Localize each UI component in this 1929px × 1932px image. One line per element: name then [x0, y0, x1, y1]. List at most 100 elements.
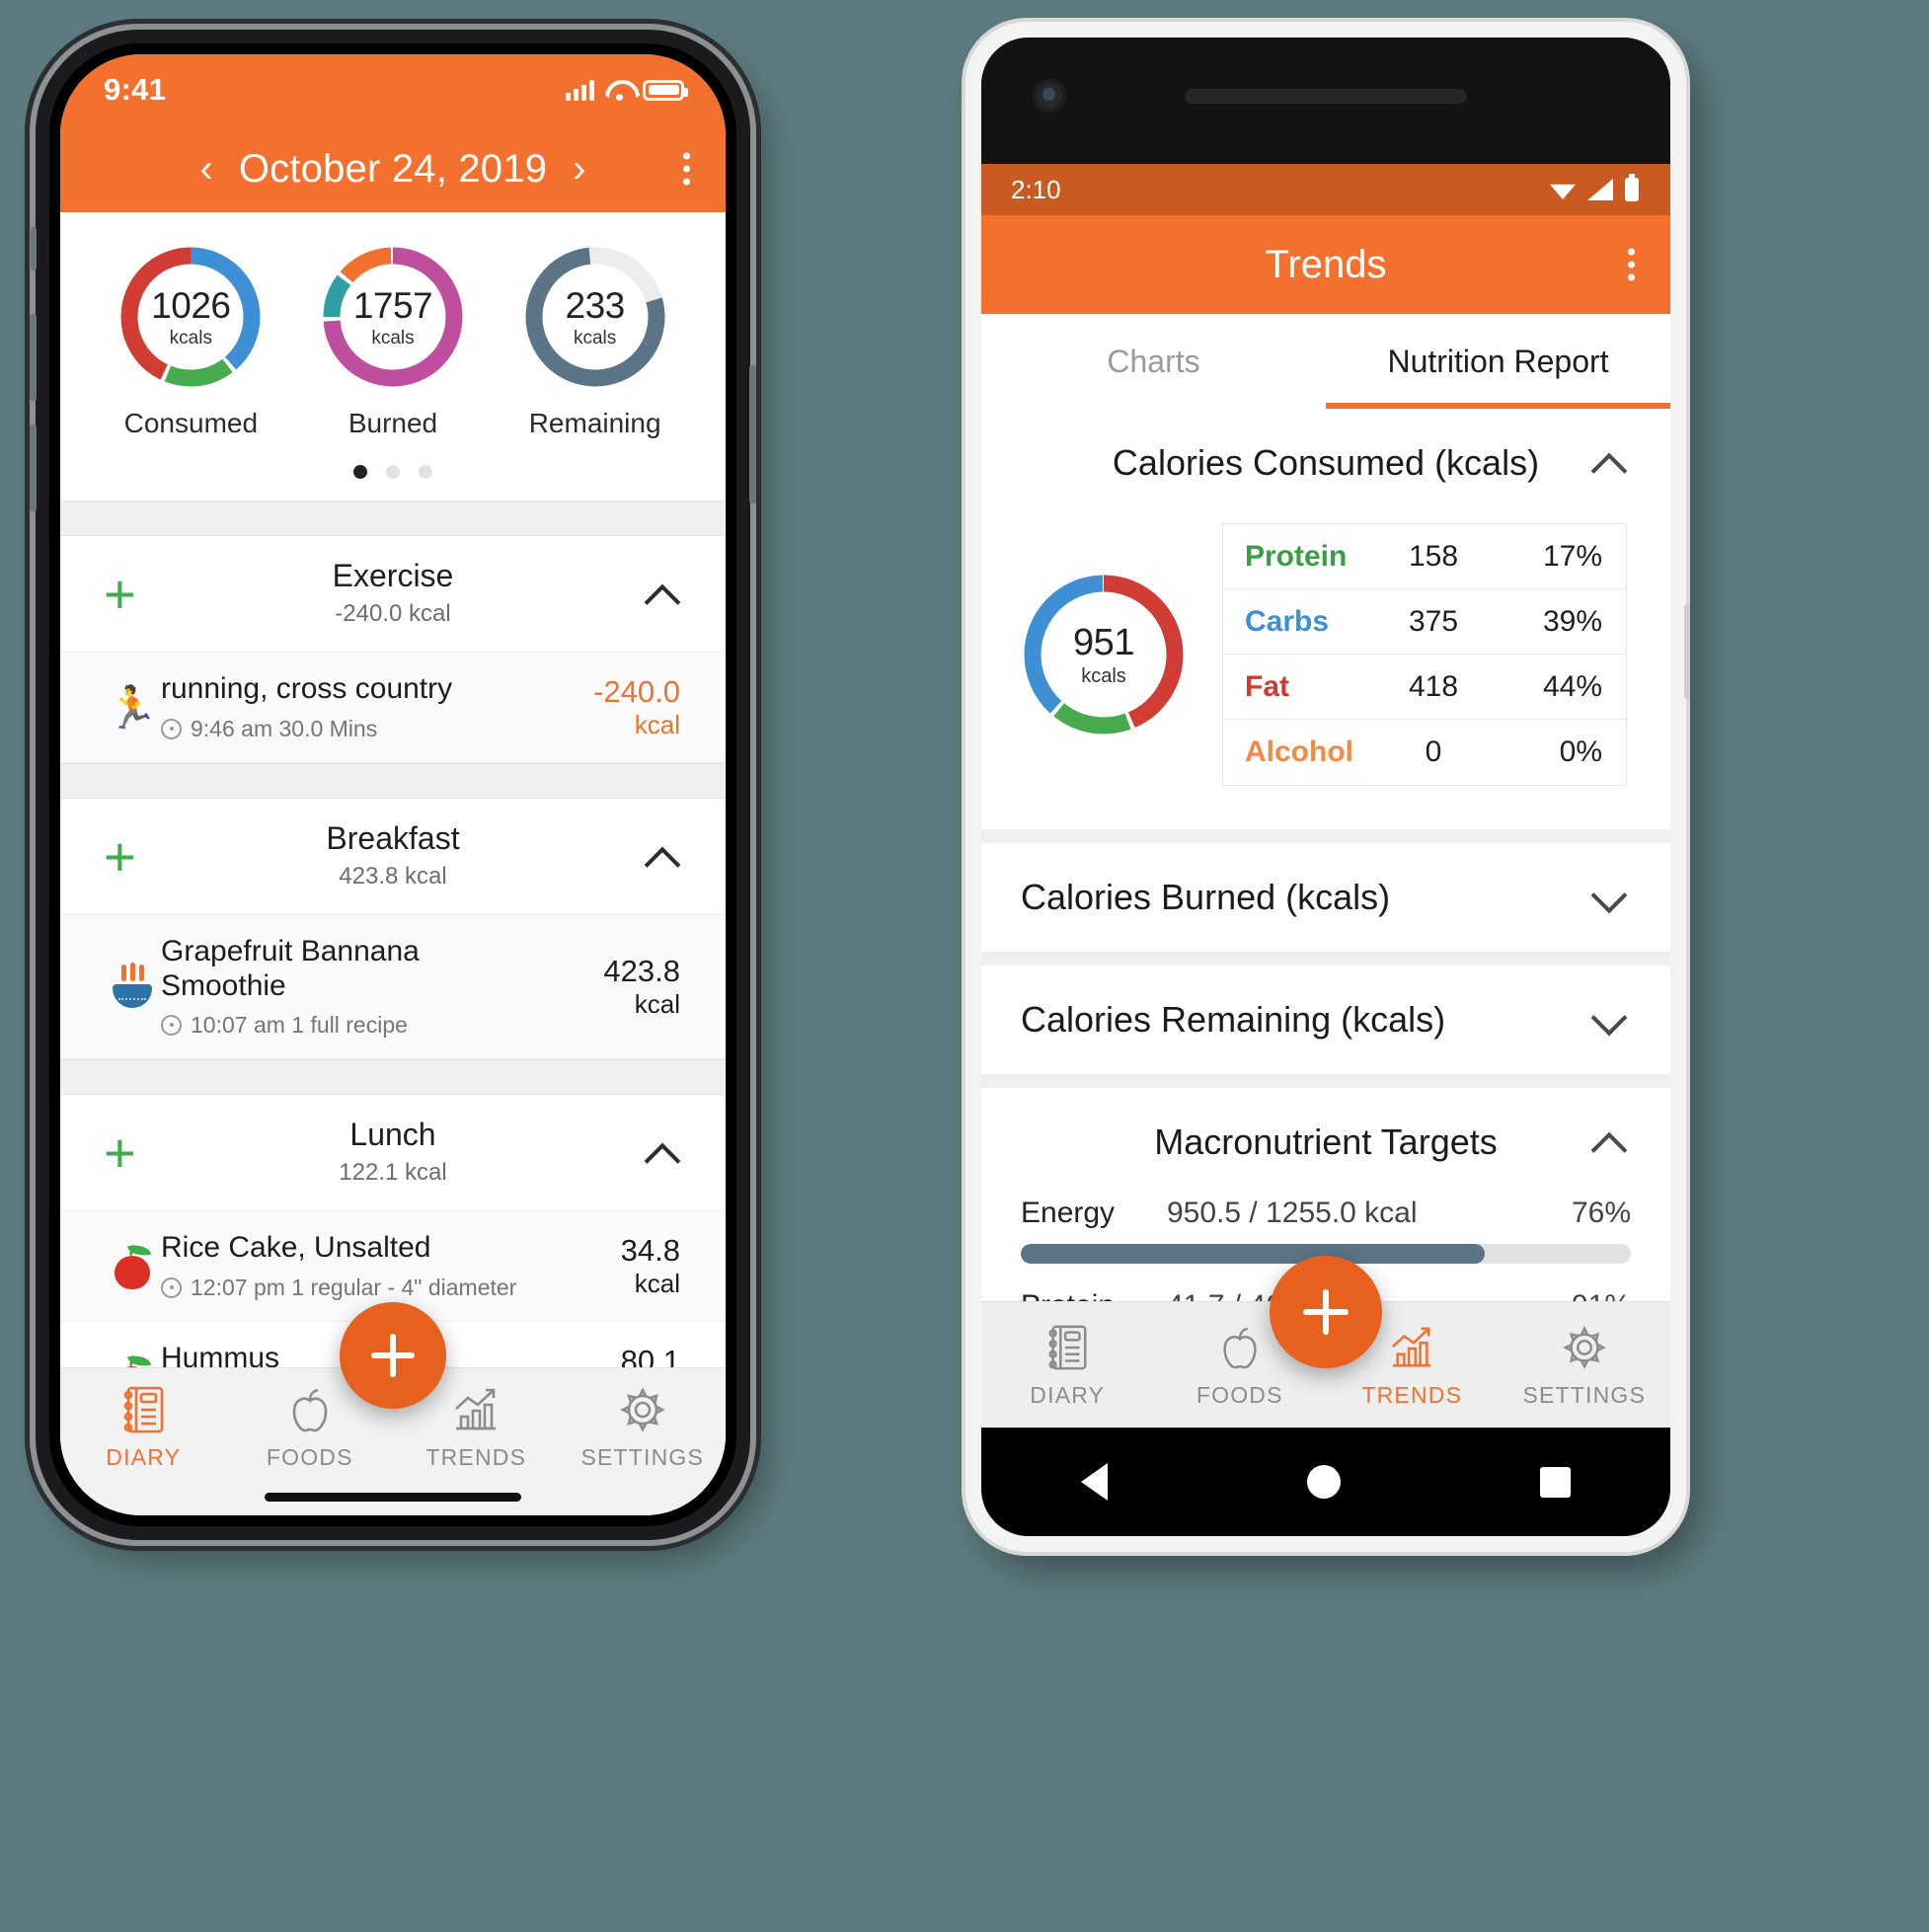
power-button[interactable]: [1684, 604, 1690, 699]
battery-icon: [1625, 174, 1639, 201]
apple-outline-icon: [1217, 1322, 1263, 1373]
iphone-screen: 9:41 ‹ October 24, 2019 › 1026 kcals Con…: [60, 54, 726, 1515]
ring-burned[interactable]: 1757 kcals Burned: [294, 242, 492, 439]
circle-home-icon[interactable]: [1307, 1465, 1341, 1499]
chevron-down-icon[interactable]: [1593, 881, 1627, 914]
list-item-meta-text: 10:07 am 1 full recipe: [191, 1012, 408, 1038]
android-bezel: 2:10 Trends Charts Nutrition Report Calo…: [981, 38, 1670, 1536]
card-calories-burned[interactable]: Calories Burned (kcals): [981, 843, 1670, 952]
android-app-bar: Trends: [981, 215, 1670, 314]
kebab-menu-icon[interactable]: [1628, 248, 1635, 281]
section-title: Breakfast: [326, 820, 460, 856]
tab-nutrition-report[interactable]: Nutrition Report: [1326, 314, 1670, 409]
tab-label: DIARY: [1030, 1381, 1106, 1408]
section-header-breakfast[interactable]: + Breakfast 423.8 kcal: [60, 799, 726, 915]
ios-app-bar: ‹ October 24, 2019 ›: [60, 125, 726, 212]
ring-label-consumed: Consumed: [123, 408, 259, 438]
screenshot-stage: 9:41 ‹ October 24, 2019 › 1026 kcals Con…: [0, 0, 1929, 1932]
front-camera-icon: [1033, 79, 1066, 113]
plus-icon[interactable]: +: [104, 828, 136, 885]
list-item-value: -240.0 kcal: [564, 674, 680, 740]
chevron-up-icon[interactable]: [647, 1136, 680, 1170]
ring-center-remaining: 233 kcals: [520, 242, 670, 392]
volume-down-button[interactable]: [30, 425, 37, 511]
add-entry-fab[interactable]: [340, 1302, 446, 1409]
wifi-icon: [605, 80, 632, 101]
mute-switch[interactable]: [31, 227, 37, 270]
section-header-exercise[interactable]: + Exercise -240.0 kcal: [60, 536, 726, 653]
macro-target-row: Energy 950.5 / 1255.0 kcal 76%: [1021, 1197, 1631, 1230]
current-date[interactable]: October 24, 2019: [239, 147, 547, 192]
kebab-menu-icon[interactable]: [683, 152, 690, 186]
plus-icon[interactable]: +: [104, 1124, 136, 1181]
tab-label: SETTINGS: [580, 1444, 705, 1470]
clock-icon: [161, 1015, 182, 1036]
tab-charts[interactable]: Charts: [981, 314, 1326, 409]
add-entry-fab[interactable]: [1270, 1256, 1382, 1368]
plus-icon[interactable]: +: [104, 566, 136, 622]
donut-chart-burned: 1757 kcals: [318, 242, 468, 392]
donut-chart-remaining: 233 kcals: [520, 242, 670, 392]
tab-diary[interactable]: DIARY: [60, 1384, 227, 1471]
card-body: 951 kcals Protein 158 17% Carbs 375 39% …: [981, 517, 1670, 829]
section-subtitle: 122.1 kcal: [339, 1159, 447, 1186]
list-item-name: Grapefruit Bannana Smoothie: [161, 935, 420, 1002]
chevron-up-icon[interactable]: [647, 578, 680, 611]
card-header[interactable]: Calories Remaining (kcals): [981, 966, 1670, 1074]
chevron-up-icon[interactable]: [1593, 446, 1627, 480]
list-item[interactable]: 🏃 running, cross country 9:46 am 30.0 Mi…: [60, 653, 726, 763]
ring-consumed[interactable]: 1026 kcals Consumed: [92, 242, 289, 439]
chevron-down-icon[interactable]: [1593, 1003, 1627, 1037]
list-item-value: 34.8 kcal: [564, 1233, 680, 1299]
ring-center-burned: 1757 kcals: [318, 242, 468, 392]
triangle-back-icon[interactable]: [1081, 1463, 1108, 1501]
page-dot-1[interactable]: [353, 465, 367, 479]
macro-name: Protein: [1245, 539, 1348, 573]
list-item[interactable]: Grapefruit Bannana Smoothie 10:07 am 1 f…: [60, 915, 726, 1059]
gear-icon: [1562, 1322, 1607, 1373]
section-header-lunch[interactable]: + Lunch 122.1 kcal: [60, 1095, 726, 1211]
signal-bars-icon: [566, 79, 594, 101]
tab-diary[interactable]: DIARY: [981, 1322, 1154, 1409]
macro-grams: 0: [1425, 735, 1442, 768]
list-item-name: Rice Cake, Unsalted: [161, 1231, 431, 1265]
macro-grams: 418: [1408, 669, 1459, 703]
list-item-kcal: 34.8: [620, 1232, 680, 1268]
ring-value: 1026: [151, 284, 231, 326]
progress-bar-fill: [1021, 1244, 1485, 1264]
tab-label: FOODS: [266, 1444, 353, 1470]
page-dot-2[interactable]: [386, 465, 400, 479]
chevron-up-icon[interactable]: [647, 840, 680, 874]
square-recents-icon[interactable]: [1540, 1466, 1571, 1498]
summary-rings: 1026 kcals Consumed 1757 kcals Burned 23…: [60, 242, 726, 439]
chevron-right-icon[interactable]: ›: [573, 149, 585, 189]
table-row: Protein 158 17%: [1223, 524, 1626, 589]
page-indicator-dots[interactable]: [60, 465, 726, 479]
ring-remaining[interactable]: 233 kcals Remaining: [497, 242, 694, 439]
card-header[interactable]: Calories Consumed (kcals): [981, 409, 1670, 517]
volume-up-button[interactable]: [30, 314, 37, 401]
apple-icon: [104, 1241, 161, 1289]
android-screen: 2:10 Trends Charts Nutrition Report Calo…: [981, 164, 1670, 1536]
list-item-main: Grapefruit Bannana Smoothie 10:07 am 1 f…: [161, 935, 564, 1039]
ring-value: 1757: [352, 284, 433, 326]
list-item-main: running, cross country 9:46 am 30.0 Mins: [161, 672, 564, 742]
clock-icon: [161, 718, 182, 739]
list-item-unit: kcal: [634, 989, 680, 1020]
tab-label: TRENDS: [1361, 1381, 1463, 1408]
chevron-left-icon[interactable]: ‹: [200, 149, 213, 189]
home-indicator[interactable]: [265, 1493, 521, 1502]
android-top-bezel: [981, 38, 1670, 164]
card-header[interactable]: Macronutrient Targets: [981, 1088, 1670, 1197]
section-divider: [60, 1059, 726, 1095]
macro-percent: 39%: [1542, 604, 1602, 638]
power-button[interactable]: [749, 365, 756, 503]
card-header[interactable]: Calories Burned (kcals): [981, 843, 1670, 952]
chevron-up-icon[interactable]: [1593, 1125, 1627, 1159]
tab-settings[interactable]: SETTINGS: [560, 1384, 727, 1471]
card-calories-remaining[interactable]: Calories Remaining (kcals): [981, 966, 1670, 1074]
page-dot-3[interactable]: [419, 465, 432, 479]
tab-settings[interactable]: SETTINGS: [1499, 1322, 1671, 1409]
ios-status-bar: 9:41: [60, 54, 726, 125]
iphone-device: 9:41 ‹ October 24, 2019 › 1026 kcals Con…: [30, 30, 756, 1540]
